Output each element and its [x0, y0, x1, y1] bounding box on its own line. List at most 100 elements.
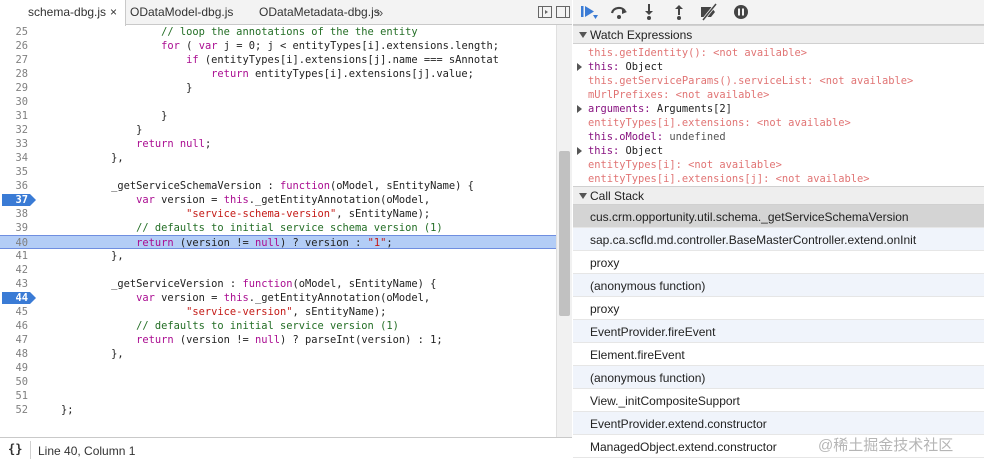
line-number[interactable]: 47	[0, 333, 28, 347]
deactivate-breakpoints-icon[interactable]	[699, 3, 719, 21]
call-frame[interactable]: View._initCompositeSupport	[573, 389, 984, 412]
code-line[interactable]: 33 return null;	[0, 137, 556, 151]
pause-on-exceptions-icon[interactable]	[731, 3, 751, 21]
line-number[interactable]: 49	[0, 361, 28, 375]
code-line[interactable]: 43 _getServiceVersion : function(oModel,…	[0, 277, 556, 291]
editor-scrollbar[interactable]	[556, 25, 572, 437]
line-number[interactable]: 52	[0, 403, 28, 417]
line-number[interactable]: 39	[0, 221, 28, 235]
code-line[interactable]: 44 var version = this._getEntityAnnotati…	[0, 291, 556, 305]
pretty-print-icon[interactable]: {}	[8, 442, 22, 456]
code-line[interactable]: 52 };	[0, 403, 556, 417]
code-line[interactable]: 35	[0, 165, 556, 179]
code-line[interactable]: 26 for ( var j = 0; j < entityTypes[i].e…	[0, 39, 556, 53]
code-line[interactable]: 39 // defaults to initial service schema…	[0, 221, 556, 235]
line-number[interactable]: 43	[0, 277, 28, 291]
call-stack-header[interactable]: Call Stack	[573, 186, 984, 205]
expand-triangle-icon[interactable]	[577, 63, 582, 71]
line-number[interactable]: 27	[0, 53, 28, 67]
watch-name: this.getServiceParams().serviceList:	[588, 75, 820, 87]
step-out-icon[interactable]	[669, 3, 689, 21]
line-number[interactable]: 48	[0, 347, 28, 361]
expand-triangle-icon[interactable]	[577, 105, 582, 113]
line-number[interactable]: 35	[0, 165, 28, 179]
code-line[interactable]: 27 if (entityTypes[i].extensions[j].name…	[0, 53, 556, 67]
watch-value: <not available>	[713, 47, 807, 59]
section-title: Watch Expressions	[590, 28, 693, 42]
call-frame[interactable]: Element.fireEvent	[573, 343, 984, 366]
code-line[interactable]: 38 "service-schema-version", sEntityName…	[0, 207, 556, 221]
watch-text: entityTypes[i]: <not available>	[588, 158, 782, 172]
tab-odatamodel-dbg[interactable]: ODataModel-dbg.js	[130, 0, 233, 25]
line-number[interactable]: 28	[0, 67, 28, 81]
line-number[interactable]: 41	[0, 249, 28, 263]
line-number[interactable]: 25	[0, 25, 28, 39]
line-number[interactable]: 32	[0, 123, 28, 137]
code-line[interactable]: 25 // loop the annotations of the the en…	[0, 25, 556, 39]
breakpoint-marker[interactable]: 37	[2, 193, 36, 207]
current-execution-line[interactable]: 40 return (version != null) ? version : …	[0, 235, 556, 249]
call-frame-name: sap.ca.scfld.md.controller.BaseMasterCon…	[590, 233, 917, 247]
resume-icon[interactable]	[579, 3, 599, 21]
code-line[interactable]: 34 },	[0, 151, 556, 165]
code-line[interactable]: 45 "service-version", sEntityName);	[0, 305, 556, 319]
call-frame[interactable]: EventProvider.fireEvent	[573, 320, 984, 343]
line-number[interactable]: 30	[0, 95, 28, 109]
line-number[interactable]: 45	[0, 305, 28, 319]
show-navigator-icon[interactable]	[538, 6, 552, 18]
code-line[interactable]: 31 }	[0, 109, 556, 123]
collapse-triangle-icon	[579, 32, 587, 38]
step-into-icon[interactable]	[639, 3, 659, 21]
code-line[interactable]: 36 _getServiceSchemaVersion : function(o…	[0, 179, 556, 193]
line-number[interactable]: 34	[0, 151, 28, 165]
scrollbar-thumb[interactable]	[559, 151, 570, 316]
tab-overflow-icon[interactable]: »	[376, 0, 383, 25]
watch-value: Arguments[2]	[656, 103, 732, 115]
line-number[interactable]: 46	[0, 319, 28, 333]
code-line[interactable]: 46 // defaults to initial service versio…	[0, 319, 556, 333]
watch-text: this.getIdentity(): <not available>	[588, 46, 807, 60]
expand-triangle-icon[interactable]	[577, 147, 582, 155]
tab-odatametadata-dbg[interactable]: ODataMetadata-dbg.js	[259, 0, 380, 25]
line-number[interactable]: 29	[0, 81, 28, 95]
call-frame[interactable]: (anonymous function)	[573, 274, 984, 297]
hide-debugger-icon[interactable]	[556, 6, 570, 18]
code-line[interactable]: 30	[0, 95, 556, 109]
line-number[interactable]: 26	[0, 39, 28, 53]
tab-schema-dbg[interactable]: schema-dbg.js ×	[0, 0, 126, 26]
code-line[interactable]: 41 },	[0, 249, 556, 263]
watch-expressions-header[interactable]: Watch Expressions	[573, 25, 984, 44]
code-line[interactable]: 51	[0, 389, 556, 403]
line-number[interactable]: 31	[0, 109, 28, 123]
watch-text: this.oModel: undefined	[588, 130, 726, 144]
call-frame[interactable]: sap.ca.scfld.md.controller.BaseMasterCon…	[573, 228, 984, 251]
code-line[interactable]: 29 }	[0, 81, 556, 95]
code-line[interactable]: 32 }	[0, 123, 556, 137]
code-line[interactable]: 50	[0, 375, 556, 389]
line-number[interactable]: 36	[0, 179, 28, 193]
watch-value: <not available>	[819, 75, 914, 87]
code-line[interactable]: 48 },	[0, 347, 556, 361]
call-frame[interactable]: (anonymous function)	[573, 366, 984, 389]
code-editor[interactable]: 25 // loop the annotations of the the en…	[0, 25, 556, 437]
tab-label: ODataMetadata-dbg.js	[259, 5, 380, 19]
call-frame[interactable]: proxy	[573, 297, 984, 320]
code-line[interactable]: 42	[0, 263, 556, 277]
code-line[interactable]: 37 var version = this._getEntityAnnotati…	[0, 193, 556, 207]
step-over-icon[interactable]	[609, 3, 629, 21]
line-number[interactable]: 42	[0, 263, 28, 277]
line-number[interactable]: 33	[0, 137, 28, 151]
breakpoint-marker[interactable]: 44	[2, 291, 36, 305]
code-line[interactable]: 49	[0, 361, 556, 375]
call-frame[interactable]: EventProvider.extend.constructor	[573, 412, 984, 435]
close-icon[interactable]: ×	[110, 0, 117, 25]
call-frame[interactable]: proxy	[573, 251, 984, 274]
line-number[interactable]: 40	[0, 236, 28, 250]
code-text: _getServiceSchemaVersion : function(oMod…	[36, 180, 474, 192]
code-line[interactable]: 28 return entityTypes[i].extensions[j].v…	[0, 67, 556, 81]
line-number[interactable]: 51	[0, 389, 28, 403]
code-line[interactable]: 47 return (version != null) ? parseInt(v…	[0, 333, 556, 347]
line-number[interactable]: 50	[0, 375, 28, 389]
line-number[interactable]: 38	[0, 207, 28, 221]
call-frame-selected[interactable]: cus.crm.opportunity.util.schema._getServ…	[573, 205, 984, 228]
